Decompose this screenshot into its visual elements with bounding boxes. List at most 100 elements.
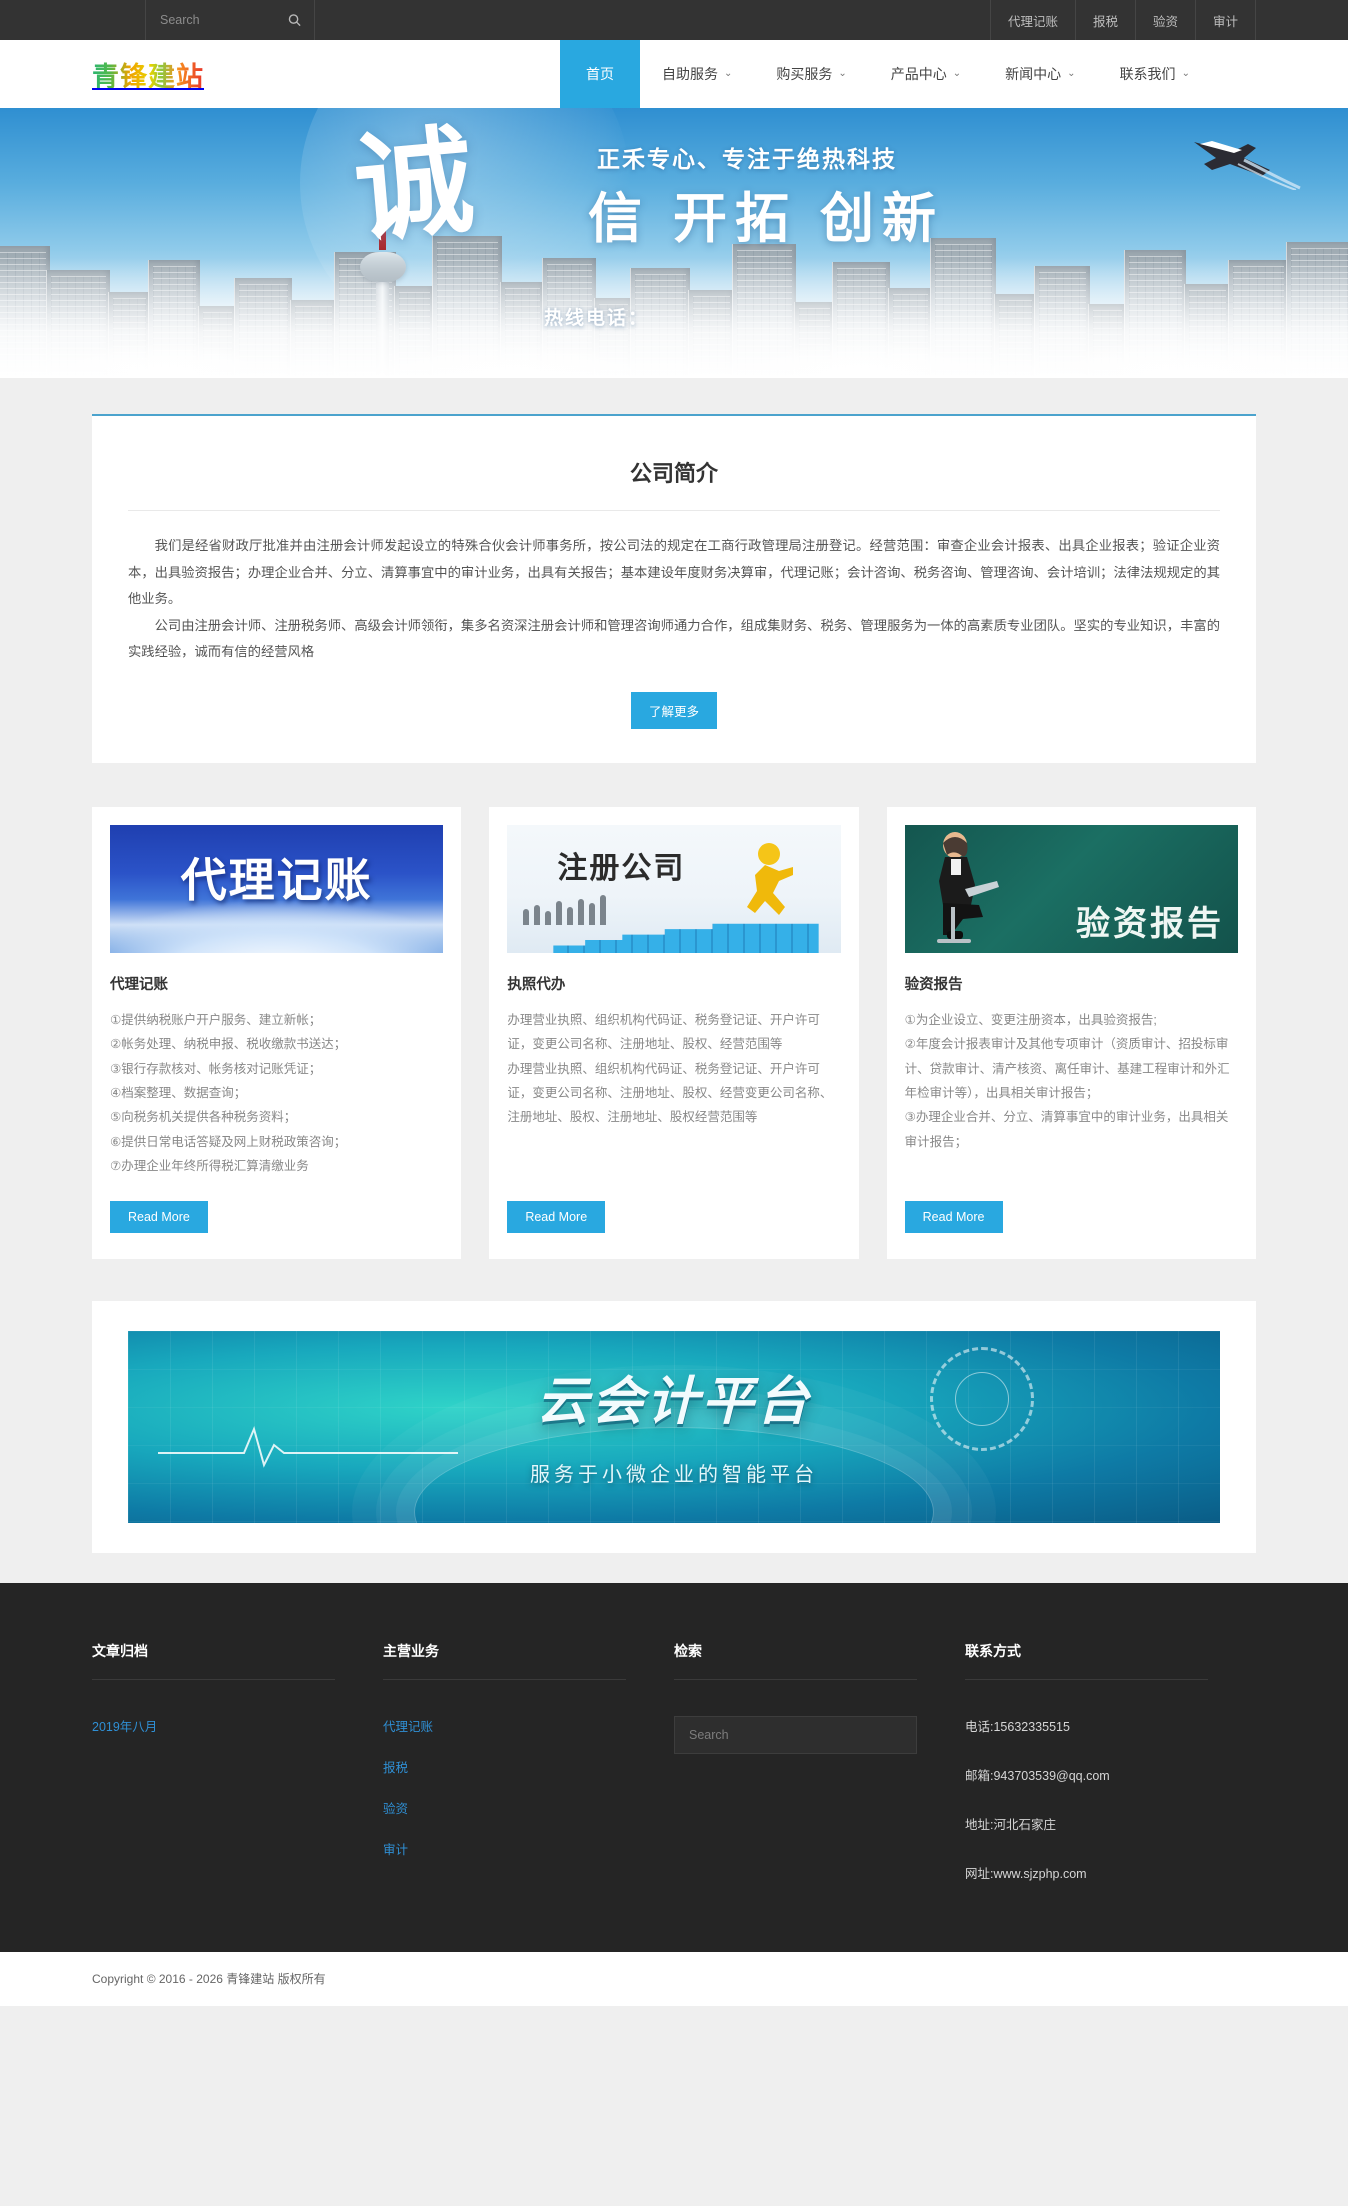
chevron-down-icon: ⌄ — [724, 67, 733, 79]
card-body-text: 办理营业执照、组织机构代码证、税务登记证、开户许可证，变更公司名称、注册地址、股… — [507, 1012, 833, 1125]
chevron-down-icon: ⌄ — [1181, 67, 1190, 79]
nav-label-buy-service: 购买服务 — [776, 66, 833, 82]
card-thumbnail-license: 注册公司 — [507, 824, 841, 953]
footer-col-business: 主营业务 代理记账 报税 验资 审计 — [383, 1641, 674, 1912]
card-body-text: ①提供纳税账户开户服务、建立新帐； ②帐务处理、纳税申报、税收缴款书送达； ③银… — [110, 1012, 347, 1174]
read-more-button[interactable]: Read More — [110, 1200, 208, 1233]
footer-heading-archive: 文章归档 — [92, 1641, 335, 1680]
learn-more-button[interactable]: 了解更多 — [630, 691, 717, 729]
hero-hotline: 热线电话： — [544, 308, 650, 329]
card-thumbnail-bookkeeping: 代理记账 — [110, 824, 444, 953]
nav-item-contact[interactable]: 联系我们 ⌄ — [1098, 40, 1212, 108]
about-paragraph-2: 公司由注册会计师、注册税务师、高级会计师领衔，集多名资深注册会计师和管理咨询师通… — [128, 617, 1220, 660]
service-cards: 代理记账 代理记账 ①提供纳税账户开户服务、建立新帐； ②帐务处理、纳税申报、税… — [92, 806, 1256, 1259]
copyright-text: Copyright © 2016 - 2026 青锋建站 版权所有 — [92, 1972, 326, 1987]
card-title: 执照代办 — [507, 976, 566, 993]
airplane-icon — [1182, 130, 1302, 191]
read-more-button[interactable]: Read More — [507, 1200, 606, 1233]
footer-heading-contact: 联系方式 — [965, 1641, 1208, 1680]
thumb-text: 注册公司 — [557, 850, 686, 886]
nav-item-news[interactable]: 新闻中心 ⌄ — [983, 40, 1097, 108]
about-actions: 了解更多 — [128, 691, 1220, 729]
business-link-1[interactable]: 报税 — [383, 1757, 626, 1776]
top-quicklinks: 代理记账 报税 验资 审计 — [989, 0, 1256, 40]
nav-label-products: 产品中心 — [890, 66, 947, 82]
service-card-bookkeeping[interactable]: 代理记账 代理记账 ①提供纳税账户开户服务、建立新帐； ②帐务处理、纳税申报、税… — [92, 806, 462, 1259]
site-logo[interactable]: 青锋建站 — [92, 40, 204, 108]
card-actions: Read More — [507, 1200, 840, 1233]
nav-label-news: 新闻中心 — [1005, 66, 1062, 82]
card-actions: Read More — [110, 1200, 443, 1233]
about-panel: 公司简介 我们是经省财政厅批准并由注册会计师发起设立的特殊合伙会计师事务所，按公… — [92, 414, 1256, 763]
business-link-3[interactable]: 审计 — [383, 1839, 626, 1858]
nav-item-self-service[interactable]: 自助服务 ⌄ — [640, 40, 754, 108]
nav-item-products[interactable]: 产品中心 ⌄ — [869, 40, 983, 108]
nav-item-home[interactable]: 首页 — [560, 40, 640, 108]
footer-search-box[interactable] — [674, 1715, 917, 1754]
hero-headline: 信 开拓 创新 — [588, 189, 945, 249]
contact-email: 邮箱:943703539@qq.com — [965, 1768, 1110, 1783]
top-utility-bar: 代理记账 报税 验资 审计 — [0, 0, 1348, 40]
footer-col-contact: 联系方式 电话:15632335515 邮箱:943703539@qq.com … — [965, 1641, 1256, 1912]
footer-col-search: 检索 — [674, 1641, 965, 1912]
hero-subtitle: 正禾专心、专注于绝热科技 — [597, 146, 897, 172]
seated-businesswoman-icon — [921, 831, 1005, 949]
nav-label-home: 首页 — [586, 66, 614, 82]
top-link-1[interactable]: 报税 — [1074, 0, 1135, 40]
cloud-accounting-banner[interactable]: 云会计平台 服务于小微企业的智能平台 — [128, 1330, 1220, 1523]
card-thumbnail-capital: 验资报告 — [904, 824, 1238, 953]
thumb-text: 验资报告 — [1075, 904, 1224, 943]
service-card-capital-verification[interactable]: 验资报告 验资报告 ①为企业设立、变更注册资本，出具验资报告; ②年度会计报表审… — [886, 806, 1256, 1259]
promo-banner-section: 云会计平台 服务于小微企业的智能平台 — [92, 1300, 1256, 1553]
thumb-text: 代理记账 — [180, 852, 373, 907]
footer-col-archive: 文章归档 2019年八月 — [92, 1641, 383, 1912]
chevron-down-icon: ⌄ — [952, 67, 962, 79]
search-input[interactable] — [160, 0, 280, 40]
search-icon[interactable] — [287, 13, 302, 28]
footer-heading-search: 检索 — [674, 1641, 917, 1680]
running-person-icon — [735, 841, 797, 927]
site-header: 青锋建站 首页 自助服务 ⌄ 购买服务 ⌄ 产品中心 ⌄ 新闻中心 ⌄ 联系我们… — [0, 40, 1348, 108]
site-footer: 文章归档 2019年八月 主营业务 代理记账 报税 验资 审计 检索 联系方式 … — [0, 1582, 1348, 1952]
chevron-down-icon: ⌄ — [838, 67, 847, 79]
contact-phone: 电话:15632335515 — [965, 1719, 1070, 1734]
cloud-layer — [0, 258, 1348, 378]
card-title: 代理记账 — [110, 976, 168, 993]
contact-website: 网址:www.sjzphp.com — [965, 1866, 1087, 1881]
banner-subtitle: 服务于小微企业的智能平台 — [530, 1463, 818, 1486]
main-navigation: 首页 自助服务 ⌄ 购买服务 ⌄ 产品中心 ⌄ 新闻中心 ⌄ 联系我们 ⌄ — [560, 40, 1212, 108]
contact-address: 地址:河北石家庄 — [965, 1817, 1056, 1832]
business-link-2[interactable]: 验资 — [383, 1798, 626, 1817]
hero-big-char: 诚 — [349, 110, 479, 259]
dial-decoration-icon — [930, 1346, 1034, 1451]
footer-columns: 文章归档 2019年八月 主营业务 代理记账 报税 验资 审计 检索 联系方式 … — [92, 1641, 1256, 1912]
service-card-license[interactable]: 注册公司 执照代办 办理营业执照、组织机构代码证、税务登记证、开户许可证，变更公… — [489, 806, 859, 1259]
archive-link-0[interactable]: 2019年八月 — [92, 1716, 335, 1735]
logo-text: 青锋建站 — [92, 55, 204, 94]
top-link-3[interactable]: 审计 — [1194, 0, 1255, 40]
footer-heading-business: 主营业务 — [383, 1641, 626, 1680]
card-title: 验资报告 — [904, 976, 963, 993]
top-link-2[interactable]: 验资 — [1134, 0, 1195, 40]
read-more-button[interactable]: Read More — [904, 1200, 1003, 1233]
content-container: 公司简介 我们是经省财政厅批准并由注册会计师发起设立的特殊合伙会计师事务所，按公… — [92, 414, 1256, 1553]
copyright-bar: Copyright © 2016 - 2026 青锋建站 版权所有 — [0, 1951, 1348, 2006]
heartbeat-line-icon — [158, 1423, 458, 1469]
top-link-0[interactable]: 代理记账 — [989, 0, 1075, 40]
card-body-text: ①为企业设立、变更注册资本，出具验资报告; ②年度会计报表审计及其他专项审计（资… — [904, 1012, 1230, 1149]
hero-banner[interactable]: 诚 正禾专心、专注于绝热科技 信 开拓 创新 热线电话： — [0, 108, 1348, 378]
card-actions: Read More — [904, 1200, 1238, 1233]
top-search-box[interactable] — [145, 0, 315, 40]
nav-item-buy-service[interactable]: 购买服务 ⌄ — [754, 40, 868, 108]
about-body: 我们是经省财政厅批准并由注册会计师发起设立的特殊合伙会计师事务所，按公司法的规定… — [128, 511, 1220, 666]
banner-title: 云会计平台 — [536, 1371, 812, 1432]
crowd-figures-icon — [523, 894, 607, 925]
nav-label-contact: 联系我们 — [1119, 66, 1176, 82]
footer-search-input[interactable] — [674, 1715, 917, 1754]
about-paragraph-1: 我们是经省财政厅批准并由注册会计师发起设立的特殊合伙会计师事务所，按公司法的规定… — [128, 538, 1220, 607]
page-title: 公司简介 — [128, 444, 1220, 511]
chevron-down-icon: ⌄ — [1067, 67, 1076, 79]
business-link-0[interactable]: 代理记账 — [383, 1716, 626, 1735]
page-content: 公司简介 我们是经省财政厅批准并由注册会计师发起设立的特殊合伙会计师事务所，按公… — [0, 414, 1348, 1583]
nav-label-self-service: 自助服务 — [662, 66, 718, 82]
